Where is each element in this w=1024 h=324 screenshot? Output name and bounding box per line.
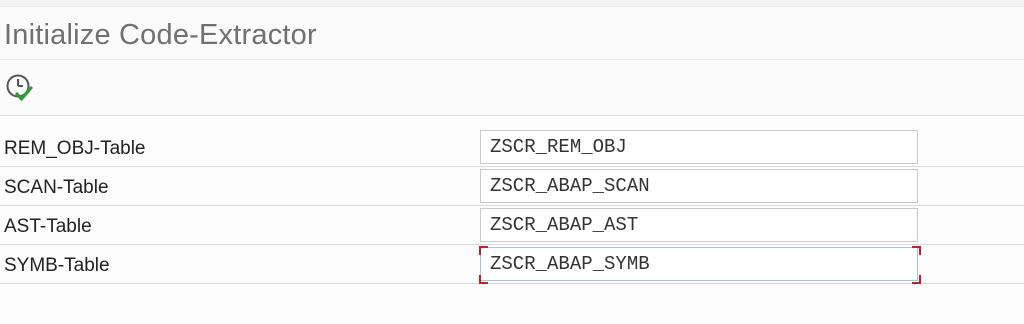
application-toolbar [0,60,1024,116]
window-top-strip [0,0,1024,7]
scan-table-input[interactable] [480,169,918,203]
rem-obj-table-input[interactable] [480,130,918,164]
ast-table-input[interactable] [480,208,918,242]
title-bar: Initialize Code-Extractor [0,7,1024,60]
page-title: Initialize Code-Extractor [4,19,317,51]
symb-table-label: SYMB-Table [4,255,110,276]
symb-table-input[interactable] [480,247,918,281]
form-row-ast-table: AST-Table [0,206,1024,245]
selection-form: REM_OBJ-Table SCAN-Table AST-Table SYMB-… [0,128,1024,284]
scan-table-label: SCAN-Table [4,177,109,198]
rem-obj-table-label: REM_OBJ-Table [4,138,146,159]
clock-check-icon [6,74,33,101]
form-row-scan-table: SCAN-Table [0,167,1024,206]
ast-table-label: AST-Table [4,216,92,237]
form-row-symb-table: SYMB-Table [0,245,1024,284]
form-row-rem-obj-table: REM_OBJ-Table [0,128,1024,167]
execute-button[interactable] [4,72,38,104]
